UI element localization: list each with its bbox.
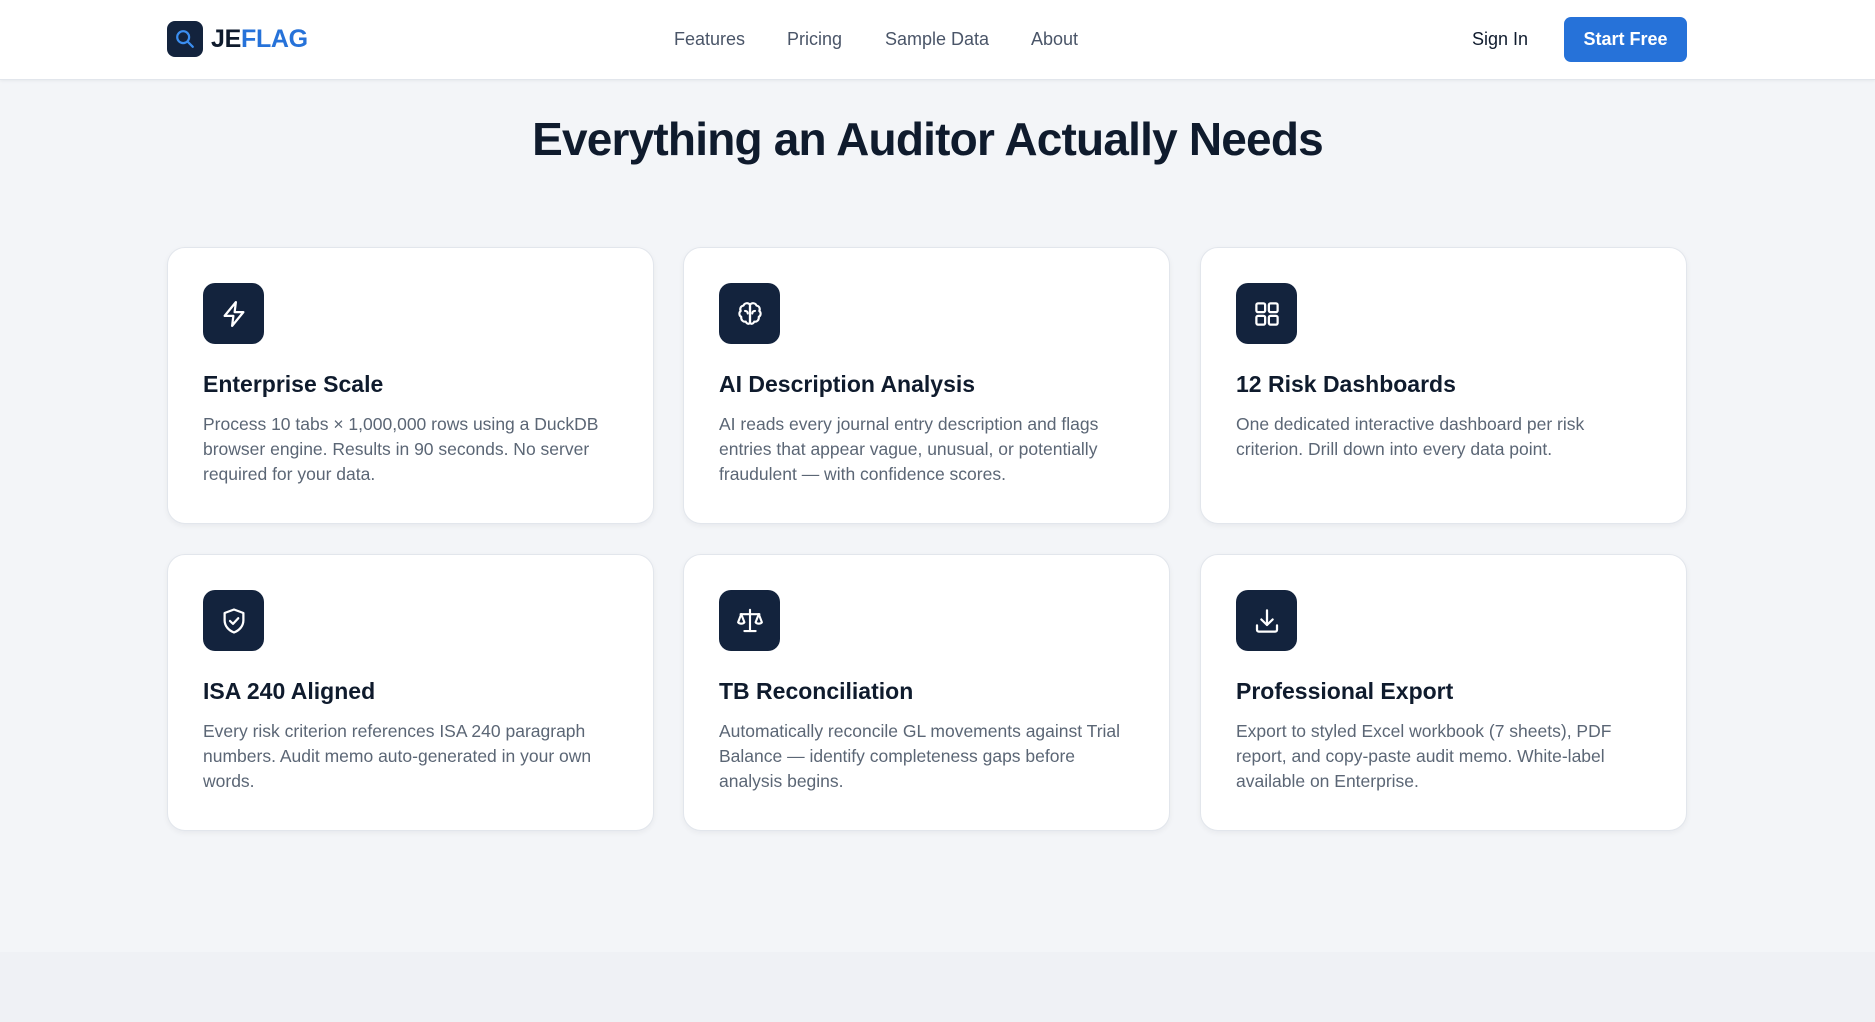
feature-title: ISA 240 Aligned bbox=[203, 678, 376, 704]
feature-description: Process 10 tabs × 1,000,000 rows using a… bbox=[203, 414, 599, 484]
feature-description: AI reads every journal entry description… bbox=[719, 414, 1099, 484]
sign-in-link[interactable]: Sign In bbox=[1472, 29, 1528, 50]
scale-icon bbox=[719, 590, 780, 651]
download-icon bbox=[1236, 590, 1297, 651]
brand-logo-link[interactable]: JEFLAG bbox=[167, 21, 308, 57]
feature-card: 12 Risk Dashboards One dedicated interac… bbox=[1200, 247, 1687, 524]
brand-name: JEFLAG bbox=[211, 25, 308, 54]
nav-link-pricing[interactable]: Pricing bbox=[787, 29, 842, 50]
feature-card: TB Reconciliation Automatically reconcil… bbox=[683, 554, 1170, 831]
feature-description: Export to styled Excel workbook (7 sheet… bbox=[1236, 721, 1612, 791]
feature-title: 12 Risk Dashboards bbox=[1236, 371, 1456, 397]
brain-icon bbox=[719, 283, 780, 344]
feature-card: Enterprise Scale Process 10 tabs × 1,000… bbox=[167, 247, 654, 524]
feature-title: TB Reconciliation bbox=[719, 678, 914, 704]
nav-link-features[interactable]: Features bbox=[674, 29, 745, 50]
top-navbar: JEFLAG Features Pricing Sample Data Abou… bbox=[0, 0, 1875, 80]
nav-link-sample-data[interactable]: Sample Data bbox=[885, 29, 989, 50]
feature-description: Automatically reconcile GL movements aga… bbox=[719, 721, 1121, 791]
lightning-icon bbox=[203, 283, 264, 344]
feature-description: Every risk criterion references ISA 240 … bbox=[203, 721, 592, 791]
page-bottom-band bbox=[0, 952, 1875, 1022]
start-free-button[interactable]: Start Free bbox=[1564, 17, 1687, 62]
feature-card: AI Description Analysis AI reads every j… bbox=[683, 247, 1170, 524]
shield-check-icon bbox=[203, 590, 264, 651]
feature-title: AI Description Analysis bbox=[719, 371, 976, 397]
magnifier-icon bbox=[167, 21, 203, 57]
section-title: Everything an Auditor Actually Needs bbox=[532, 113, 1324, 165]
feature-card: ISA 240 Aligned Every risk criterion ref… bbox=[167, 554, 654, 831]
grid-icon bbox=[1236, 283, 1297, 344]
nav-link-about[interactable]: About bbox=[1031, 29, 1078, 50]
feature-title: Enterprise Scale bbox=[203, 371, 384, 397]
feature-title: Professional Export bbox=[1236, 678, 1454, 704]
brand-prefix: JE bbox=[211, 24, 241, 53]
feature-card: Professional Export Export to styled Exc… bbox=[1200, 554, 1687, 831]
feature-description: One dedicated interactive dashboard per … bbox=[1236, 414, 1585, 459]
brand-suffix: FLAG bbox=[240, 24, 308, 53]
